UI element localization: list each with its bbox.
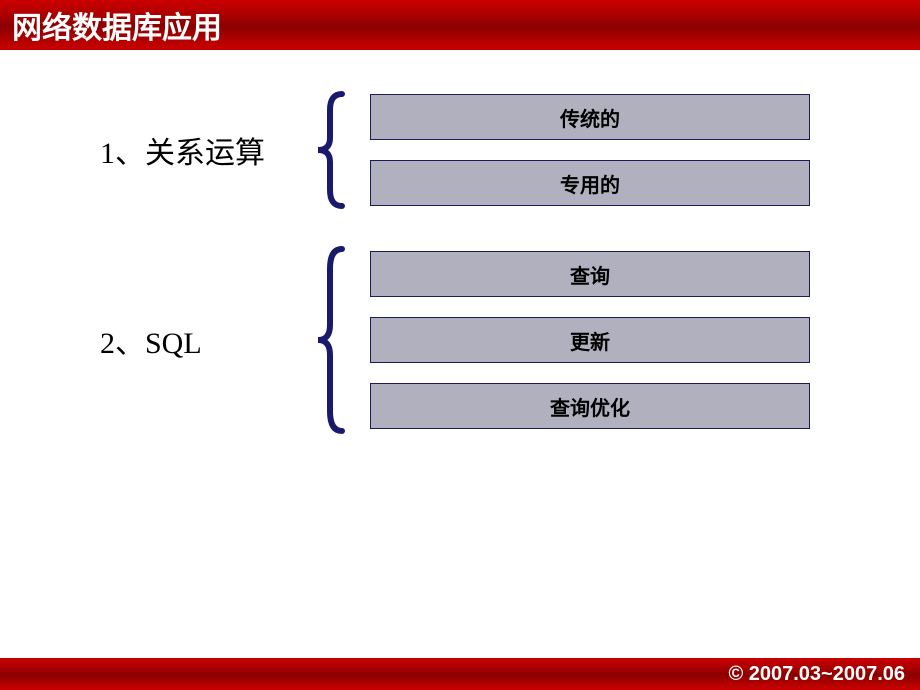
brace-icon [310, 90, 350, 210]
footer-date: © 2007.03~2007.06 [728, 663, 905, 686]
box-traditional: 传统的 [370, 94, 810, 140]
slide-content: 1、关系运算 传统的 专用的 2、SQL 查询 更新 查询优化 [0, 50, 920, 510]
section-1-boxes: 传统的 专用的 [370, 94, 810, 206]
section-1: 1、关系运算 传统的 专用的 [50, 90, 870, 210]
section-2: 2、SQL 查询 更新 查询优化 [50, 245, 870, 435]
brace-icon [310, 245, 350, 435]
section-2-label: 2、SQL [50, 318, 310, 362]
slide-header: 网络数据库应用 [0, 0, 920, 50]
section-2-boxes: 查询 更新 查询优化 [370, 251, 810, 429]
slide-footer: © 2007.03~2007.06 [0, 658, 920, 690]
slide-title: 网络数据库应用 [12, 3, 222, 47]
box-special: 专用的 [370, 160, 810, 206]
box-update: 更新 [370, 317, 810, 363]
box-query: 查询 [370, 251, 810, 297]
section-1-label: 1、关系运算 [50, 128, 310, 172]
box-query-optimization: 查询优化 [370, 383, 810, 429]
